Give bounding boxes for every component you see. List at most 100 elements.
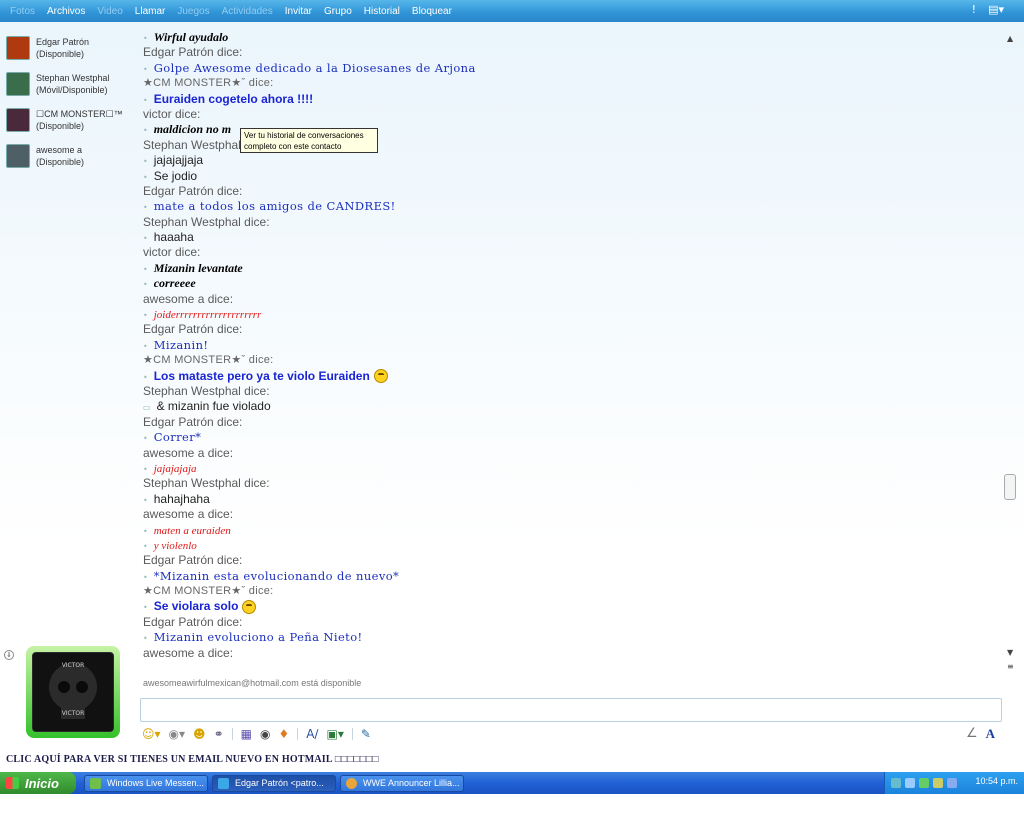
message-bullet-icon: • (143, 464, 148, 474)
contact-item[interactable]: awesome a (Disponible) (6, 144, 134, 180)
text-mode-icon[interactable]: A (986, 726, 995, 742)
message-line: • Golpe Awesome dedicado a la Diosesanes … (143, 61, 1003, 76)
messenger-tray-icon[interactable] (919, 778, 929, 788)
message-bullet-icon: • (143, 434, 148, 444)
message-bullet-icon: • (143, 603, 148, 613)
tray-arrow-icon[interactable] (891, 778, 901, 788)
font-icon[interactable]: A∕ (306, 727, 318, 741)
message-bullet-icon: • (143, 95, 148, 105)
avatar (6, 108, 30, 132)
menu-invitar[interactable]: Invitar (279, 6, 318, 17)
message-text: Mizanin evoluciono a Peña Nieto! (153, 630, 363, 645)
toolbar-divider (297, 728, 299, 740)
messenger-icon (90, 778, 101, 789)
menu-fotos[interactable]: Fotos (4, 6, 41, 17)
display-picture[interactable]: VICTOR VICTOR (26, 646, 120, 738)
message-bullet-icon: • (143, 64, 148, 74)
contact-item[interactable]: Stephan Westphal (Móvil/Disponible) (6, 72, 134, 108)
message-line: • *Mizanin esta evolucionando de nuevo* (143, 569, 1003, 584)
task-conversation[interactable]: Edgar Patrón <patro... (212, 775, 336, 792)
message-bullet-icon: • (143, 495, 148, 505)
sender-label: victor dice: (143, 245, 201, 260)
image-icon[interactable]: ▣▾ (326, 727, 343, 741)
message-line: • Correr* (143, 430, 1003, 445)
start-label: Inicio (25, 775, 59, 791)
message-text: joiderrrrrrrrrrrrrrrrrrrr (153, 309, 262, 322)
message-text: Wirful ayudalo (153, 30, 229, 44)
sender-label: ★CM MONSTER★ˇ dice: (143, 354, 274, 367)
conversation-scrollbar[interactable]: ▲ ▼ ≡ (1003, 30, 1018, 674)
nudge-icon[interactable]: ☻ (193, 727, 206, 741)
ink-mode-icon[interactable]: ∠ (966, 726, 978, 742)
sender-label: Edgar Patrón dice: (143, 183, 243, 198)
scroll-down-icon[interactable]: ▼ (1007, 648, 1013, 657)
menu-bloquear[interactable]: Bloquear (406, 6, 458, 17)
message-bullet-icon: ▭ (143, 403, 151, 413)
message-text: y violenlo (153, 539, 197, 552)
message-line: • jajajajjaja (143, 153, 1003, 168)
menu-video[interactable]: Video (91, 6, 128, 17)
message-text: haaaha (153, 230, 194, 245)
menu-archivos[interactable]: Archivos (41, 6, 91, 17)
menu-juegos[interactable]: Juegos (171, 6, 215, 17)
avatar (6, 72, 30, 96)
games-icon[interactable]: ◉ (260, 727, 270, 741)
contact-status: (Móvil/Disponible) (36, 85, 108, 95)
message-text: maten a euraiden (153, 524, 231, 537)
contact-status-line: awesomeawirfulmexican@hotmail.com está d… (143, 678, 362, 688)
contact-item[interactable]: Edgar Patrón (Disponible) (6, 36, 134, 72)
wink-icon[interactable]: ◉▾ (169, 727, 186, 741)
message-text: Los mataste pero ya te violo Euraiden (153, 368, 370, 383)
menu-grupo[interactable]: Grupo (318, 6, 358, 17)
volume-icon[interactable] (933, 778, 943, 788)
message-text: jajajajjaja (153, 153, 204, 168)
handwriting-mode-icon[interactable]: ✎ (361, 727, 371, 741)
send-file-icon[interactable]: ♦ (278, 727, 289, 741)
network-icon[interactable] (905, 778, 915, 788)
message-text: jajajajaja (153, 462, 197, 475)
menu-actividades[interactable]: Actividades (216, 6, 279, 17)
message-bullet-icon: • (143, 280, 148, 290)
emoticon-icon (373, 369, 388, 384)
background-icon[interactable]: ▦ (241, 727, 252, 741)
scroll-up-icon[interactable]: ▲ (1007, 34, 1013, 43)
exclamation-icon[interactable]: ! (972, 3, 976, 16)
task-browser[interactable]: WWE Announcer Lillia... (340, 775, 464, 792)
avatar (6, 144, 30, 168)
toolbar-divider (231, 728, 233, 740)
voice-clip-icon[interactable]: ⚭ (214, 727, 224, 741)
scroll-thumb[interactable] (1004, 474, 1016, 500)
contact-list: Edgar Patrón (Disponible) Stephan Westpha… (6, 36, 134, 180)
message-line: • mate a todos los amigos de CANDRES! (143, 199, 1003, 214)
collapse-picture-icon[interactable]: ⇓ (4, 650, 14, 660)
message-input[interactable] (140, 698, 1002, 722)
menu-options-icon[interactable]: ▤▾ (988, 3, 1004, 16)
sender-label: Edgar Patrón dice: (143, 45, 243, 60)
sender-label: ★CM MONSTER★ˇ dice: (143, 77, 274, 90)
task-messenger[interactable]: Windows Live Messen... (84, 775, 208, 792)
start-button[interactable]: Inicio (0, 772, 76, 794)
emoticon-icon (242, 599, 257, 614)
message-text: Se jodio (153, 168, 198, 183)
contact-status: (Disponible) (36, 157, 85, 167)
message-text: Correr* (153, 430, 202, 445)
toolbar-divider (351, 728, 353, 740)
message-line: • hahajhaha (143, 492, 1003, 507)
tray-misc-icon[interactable] (947, 778, 957, 788)
picture-caption-top: VICTOR (62, 662, 85, 669)
task-label: WWE Announcer Lillia... (363, 778, 460, 788)
clock: 10:54 p.m. (975, 776, 1018, 786)
message-bullet-icon: • (143, 634, 148, 644)
menu-llamar[interactable]: Llamar (129, 6, 172, 17)
hotmail-promo-link[interactable]: CLIC AQUÍ PARA VER SI TIENES UN EMAIL NU… (6, 754, 379, 765)
desktop-strip (0, 794, 1024, 819)
emoticon-icon[interactable]: ☺▾ (142, 727, 161, 741)
browser-icon (346, 778, 357, 789)
menu-historial[interactable]: Historial (358, 6, 406, 17)
message-line: • maten a euraiden (143, 523, 1003, 538)
message-bullet-icon: • (143, 126, 148, 136)
message-bullet-icon: • (143, 172, 148, 182)
contact-item[interactable]: ☐CM MONSTER☐™ (Disponible) (6, 108, 134, 144)
sender-label: Stephan Westphal dice: (143, 383, 270, 398)
scroll-expand-icon[interactable]: ≡ (1007, 662, 1014, 671)
